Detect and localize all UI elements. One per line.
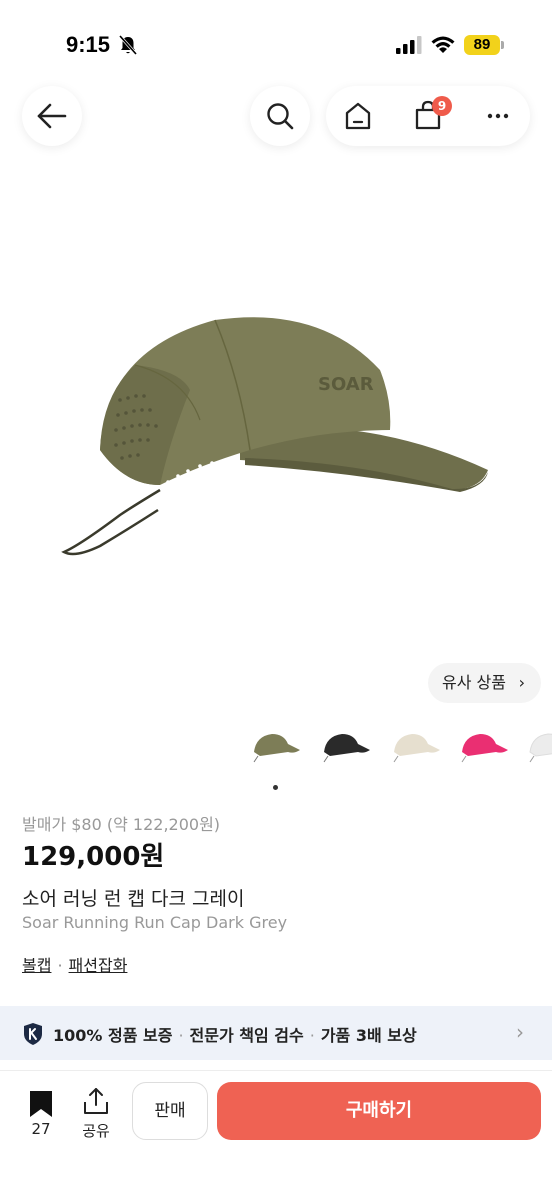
status-time: 9:15 xyxy=(66,32,111,57)
sell-button[interactable]: 판매 xyxy=(132,1082,208,1140)
color-thumbnails xyxy=(248,728,552,772)
share-label[interactable]: 공유 xyxy=(78,1120,114,1141)
category-separator: · xyxy=(57,956,63,975)
cap-logo: SOAR xyxy=(318,374,374,395)
release-price: 발매가 $80 (약 122,200원) xyxy=(22,815,221,834)
product-page: 9:15 89 9 SOAR 유사 상품 › 발매가 $80 (약 122,20… xyxy=(0,0,552,1200)
guarantee-separator: · xyxy=(178,1026,184,1045)
similar-products-button[interactable]: 유사 상품 › xyxy=(428,663,541,703)
signal-icon xyxy=(396,36,422,54)
product-name-english: Soar Running Run Cap Dark Grey xyxy=(22,913,288,932)
category-link-ballcap[interactable]: 볼캡 xyxy=(22,956,51,975)
guarantee-inspection: 전문가 책임 검수 xyxy=(189,1026,304,1045)
buy-button[interactable]: 구매하기 xyxy=(217,1082,541,1140)
bookmark-icon[interactable] xyxy=(26,1089,56,1119)
back-button[interactable] xyxy=(22,86,82,146)
guarantee-compensation: 가품 3배 보상 xyxy=(320,1026,417,1045)
category-breadcrumb: 볼캡 · 패션잡화 xyxy=(22,952,127,976)
cart-badge: 9 xyxy=(432,96,452,116)
product-image[interactable]: SOAR xyxy=(40,290,510,580)
battery-indicator: 89 xyxy=(464,35,500,55)
product-name-korean: 소어 러닝 런 캡 다크 그레이 xyxy=(22,888,245,910)
chevron-right-icon: › xyxy=(516,1020,524,1044)
search-button[interactable] xyxy=(250,86,310,146)
guarantee-text: 100% 정품 보증 · 전문가 책임 검수 · 가품 3배 보상 xyxy=(53,1022,417,1046)
thumbnail-white[interactable] xyxy=(524,728,552,768)
bell-off-icon xyxy=(118,35,138,55)
battery-cap xyxy=(501,41,504,49)
wifi-icon xyxy=(431,36,455,53)
thumbnail-olive[interactable] xyxy=(248,728,304,768)
guarantee-separator: · xyxy=(309,1026,315,1045)
chevron-right-icon: › xyxy=(518,673,525,692)
category-link-accessories[interactable]: 패션잡화 xyxy=(69,956,128,975)
status-bar: 9:15 89 xyxy=(0,0,552,90)
arrow-left-icon xyxy=(37,103,67,129)
thumbnail-beige[interactable] xyxy=(388,728,444,768)
more-icon[interactable] xyxy=(468,86,528,146)
share-icon[interactable] xyxy=(82,1086,110,1116)
similar-products-label: 유사 상품 xyxy=(442,673,506,692)
carousel-indicator xyxy=(273,785,278,790)
nav-action-group xyxy=(326,86,530,146)
product-price: 129,000원 xyxy=(22,842,165,872)
guarantee-banner[interactable]: 100% 정품 보증 · 전문가 책임 검수 · 가품 3배 보상 › xyxy=(0,1006,552,1060)
shopping-bag-icon[interactable] xyxy=(398,86,458,146)
search-icon xyxy=(267,103,294,130)
thumbnail-black[interactable] xyxy=(318,728,374,768)
home-icon[interactable] xyxy=(328,86,388,146)
thumbnail-pink[interactable] xyxy=(456,728,512,768)
shield-icon xyxy=(24,1023,42,1045)
guarantee-authentic: 100% 정품 보증 xyxy=(53,1026,173,1045)
bookmark-count: 27 xyxy=(31,1120,51,1138)
